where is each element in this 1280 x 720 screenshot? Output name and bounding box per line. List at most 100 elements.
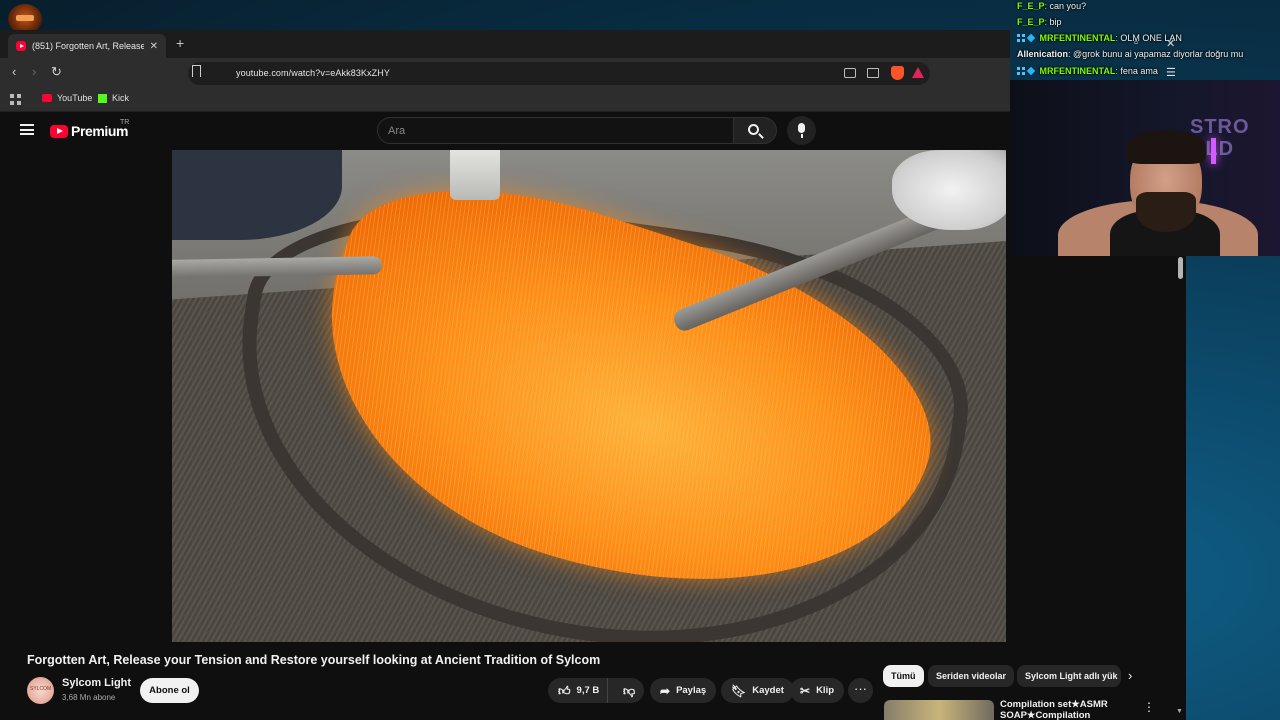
apps-grid-icon[interactable] bbox=[10, 94, 21, 105]
streamer-beard bbox=[1136, 192, 1196, 232]
bookmark-youtube[interactable]: YouTube bbox=[42, 93, 92, 103]
chat-message: F_E_P: bip bbox=[1017, 17, 1062, 27]
chip-series-videos[interactable]: Seriden videolar bbox=[928, 665, 1015, 687]
recommended-more-icon[interactable]: ⋮ bbox=[1143, 700, 1155, 714]
install-app-icon[interactable] bbox=[844, 68, 856, 78]
youtube-logo[interactable]: Premium TR bbox=[50, 119, 129, 139]
channel-avatar[interactable]: SYLCOM bbox=[27, 677, 54, 704]
kick-icon bbox=[98, 93, 107, 103]
stream-screen: (851) Forgotten Art, Release your Tensio… bbox=[0, 0, 1280, 720]
tab-bar: (851) Forgotten Art, Release your Tensio… bbox=[0, 30, 1010, 58]
navigation-bar: ‹ › ↻ youtube.com/watch?v=eAkk83KxZHY bbox=[0, 58, 1010, 88]
like-count: 9,7 B bbox=[576, 685, 600, 696]
chat-text: fena ama bbox=[1120, 66, 1158, 76]
subscriber-badge-icon bbox=[1017, 67, 1025, 75]
chat-message: F_E_P: can you? bbox=[1017, 1, 1087, 11]
scrollbar-thumb[interactable] bbox=[1178, 257, 1183, 279]
search-button[interactable] bbox=[734, 117, 777, 144]
search-input[interactable] bbox=[388, 123, 708, 139]
browser-window: (851) Forgotten Art, Release your Tensio… bbox=[0, 30, 1010, 720]
save-button[interactable]: 🔖︎ Kaydet bbox=[721, 678, 794, 703]
save-label: Kaydet bbox=[752, 685, 784, 696]
tab-title: (851) Forgotten Art, Release your Tensio… bbox=[32, 41, 144, 51]
scissors-icon: ✂ bbox=[800, 683, 811, 698]
like-button[interactable]: 👍︎ 9,7 B bbox=[548, 678, 609, 703]
chat-message: MRFENTINENTAL: fena ama bbox=[1017, 66, 1158, 76]
dislike-button[interactable]: 👎︎ bbox=[614, 684, 644, 698]
close-window-icon[interactable]: ✕ bbox=[1166, 37, 1175, 50]
gem-badge-icon bbox=[1026, 66, 1036, 76]
video-scene-cup bbox=[450, 150, 500, 200]
share-label: Paylaş bbox=[676, 685, 707, 696]
brave-shield-icon[interactable] bbox=[891, 66, 904, 80]
youtube-icon bbox=[42, 94, 52, 102]
subscriber-count: 3,68 Mn abone bbox=[62, 693, 116, 702]
tab-youtube-video[interactable]: (851) Forgotten Art, Release your Tensio… bbox=[8, 34, 166, 58]
subscriber-badge-icon bbox=[1017, 34, 1025, 42]
bookmarks-bar: YouTube Kick bbox=[0, 88, 1010, 112]
save-icon: 🔖︎ bbox=[731, 683, 747, 698]
streamer-hair bbox=[1126, 130, 1206, 164]
chat-username: MRFENTINENTAL bbox=[1039, 66, 1116, 76]
search-icon bbox=[748, 124, 759, 135]
bookmark-label: YouTube bbox=[57, 93, 93, 103]
clip-label: Klip bbox=[816, 685, 835, 696]
youtube-page: Premium TR Fo bbox=[0, 112, 1010, 720]
neon-light bbox=[1211, 138, 1216, 164]
brave-rewards-icon[interactable] bbox=[912, 67, 924, 78]
menu-icon[interactable] bbox=[20, 124, 34, 135]
share-icon[interactable] bbox=[867, 68, 879, 78]
bookmark-label: Kick bbox=[112, 93, 130, 103]
address-bar[interactable]: youtube.com/watch?v=eAkk83KxZHY bbox=[188, 62, 930, 85]
voice-search-icon[interactable] bbox=[787, 116, 816, 145]
thumbs-down-icon: 👎︎ bbox=[623, 683, 636, 698]
channel-name[interactable]: Sylcom Light bbox=[62, 677, 131, 689]
clip-button[interactable]: ✂ Klip bbox=[790, 678, 845, 703]
chat-message: MRFENTINENTAL: OLM ONE LAN bbox=[1017, 33, 1182, 43]
like-dislike-group: 👍︎ 9,7 B 👎︎ bbox=[548, 678, 644, 703]
chat-username: MRFENTINENTAL bbox=[1039, 33, 1116, 43]
chat-username: F_E_P bbox=[1017, 17, 1045, 27]
recommended-thumbnail[interactable] bbox=[884, 700, 994, 720]
chat-message: Allenication: @grok bunu ai yapamaz diyo… bbox=[1017, 49, 1244, 59]
subscribe-button[interactable]: Abone ol bbox=[140, 678, 199, 703]
new-tab-icon[interactable]: + bbox=[176, 36, 184, 50]
chevron-right-icon[interactable]: › bbox=[1128, 668, 1132, 683]
forward-icon[interactable]: › bbox=[32, 65, 36, 79]
bookmark-kick[interactable]: Kick bbox=[98, 93, 129, 103]
chat-username: Allenication bbox=[1017, 49, 1069, 59]
recommendations-column: ▼ bbox=[1010, 255, 1186, 720]
gem-badge-icon bbox=[1026, 33, 1036, 43]
video-title: Forgotten Art, Release your Tension and … bbox=[27, 653, 601, 667]
share-arrow-icon: ➦ bbox=[660, 683, 671, 698]
webcam-feed: STRORLD bbox=[1010, 80, 1280, 256]
url-text[interactable]: youtube.com/watch?v=eAkk83KxZHY bbox=[236, 68, 390, 78]
chat-text: can you? bbox=[1049, 1, 1087, 11]
chip-channel-uploads[interactable]: Sylcom Light adlı yük bbox=[1017, 665, 1121, 687]
bookmark-icon[interactable] bbox=[192, 65, 201, 77]
chat-text: @grok bunu ai yapamaz diyorlar doğru mu bbox=[1073, 49, 1244, 59]
region-code: TR bbox=[120, 119, 130, 126]
chat-username: F_E_P bbox=[1017, 1, 1045, 11]
chat-text: bip bbox=[1049, 17, 1062, 27]
more-actions-button[interactable]: ··· bbox=[848, 678, 873, 703]
browser-menu-icon[interactable]: ☰ bbox=[1166, 66, 1176, 79]
video-scene-sleeve bbox=[172, 150, 342, 240]
recommended-title[interactable]: Compilation set★ASMR SOAP★Compilation bbox=[1000, 699, 1130, 720]
video-scene-tool-left bbox=[172, 256, 383, 278]
youtube-header: Premium TR bbox=[0, 112, 1010, 150]
video-player[interactable] bbox=[172, 150, 1006, 642]
channel-avatar-text: SYLCOM bbox=[30, 686, 52, 692]
search-box[interactable] bbox=[377, 117, 734, 144]
back-icon[interactable]: ‹ bbox=[12, 65, 16, 79]
reload-icon[interactable]: ↻ bbox=[51, 65, 62, 79]
youtube-play-icon bbox=[50, 124, 68, 138]
restore-window-icon[interactable]: ▫ bbox=[1134, 37, 1138, 49]
scroll-down-icon[interactable]: ▼ bbox=[1176, 708, 1183, 715]
thumbs-up-icon: 👍︎ bbox=[558, 683, 571, 698]
youtube-favicon-icon bbox=[16, 41, 26, 51]
share-button[interactable]: ➦ Paylaş bbox=[650, 678, 717, 703]
close-tab-icon[interactable]: ✕ bbox=[150, 41, 158, 52]
video-scene-glove bbox=[892, 150, 1006, 230]
chip-all[interactable]: Tümü bbox=[883, 665, 924, 687]
